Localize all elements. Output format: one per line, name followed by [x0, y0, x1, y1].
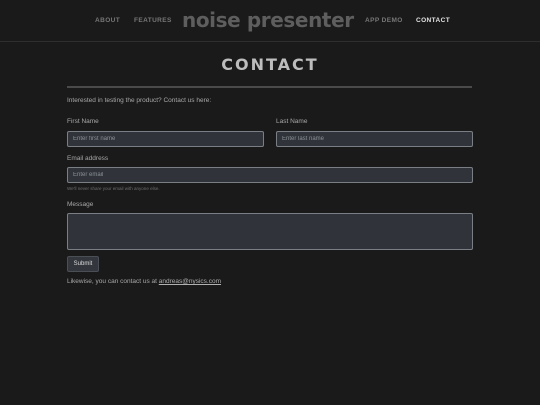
contact-line: Likewise, you can contact us at andreas@…: [67, 278, 221, 286]
nav-link-contact[interactable]: CONTACT: [416, 17, 450, 25]
navbar: ABOUT FEATURES noise presenter APP DEMO …: [0, 0, 540, 42]
brand-logo[interactable]: noise presenter: [182, 7, 354, 33]
last-name-label: Last Name: [276, 118, 308, 125]
first-name-label: First Name: [67, 118, 99, 125]
page-title: CONTACT: [221, 55, 319, 74]
email-label: Email address: [67, 155, 109, 162]
title-divider: [67, 86, 472, 88]
email-help-text: We'll never share your email with anyone…: [67, 186, 160, 191]
message-label: Message: [67, 201, 94, 208]
contact-prefix: Likewise, you can contact us at: [67, 278, 159, 285]
last-name-input[interactable]: [276, 131, 473, 147]
first-name-input[interactable]: [67, 131, 264, 147]
contact-email-link[interactable]: andreas@nysics.com: [159, 278, 221, 285]
message-textarea[interactable]: [67, 213, 473, 250]
submit-button[interactable]: Submit: [67, 256, 99, 272]
nav-link-app-demo[interactable]: APP DEMO: [365, 17, 403, 25]
intro-text: Interested in testing the product? Conta…: [67, 97, 212, 104]
nav-link-about[interactable]: ABOUT: [95, 17, 120, 25]
page: ABOUT FEATURES noise presenter APP DEMO …: [0, 0, 540, 405]
email-input[interactable]: [67, 167, 473, 183]
nav-link-features[interactable]: FEATURES: [134, 17, 172, 25]
